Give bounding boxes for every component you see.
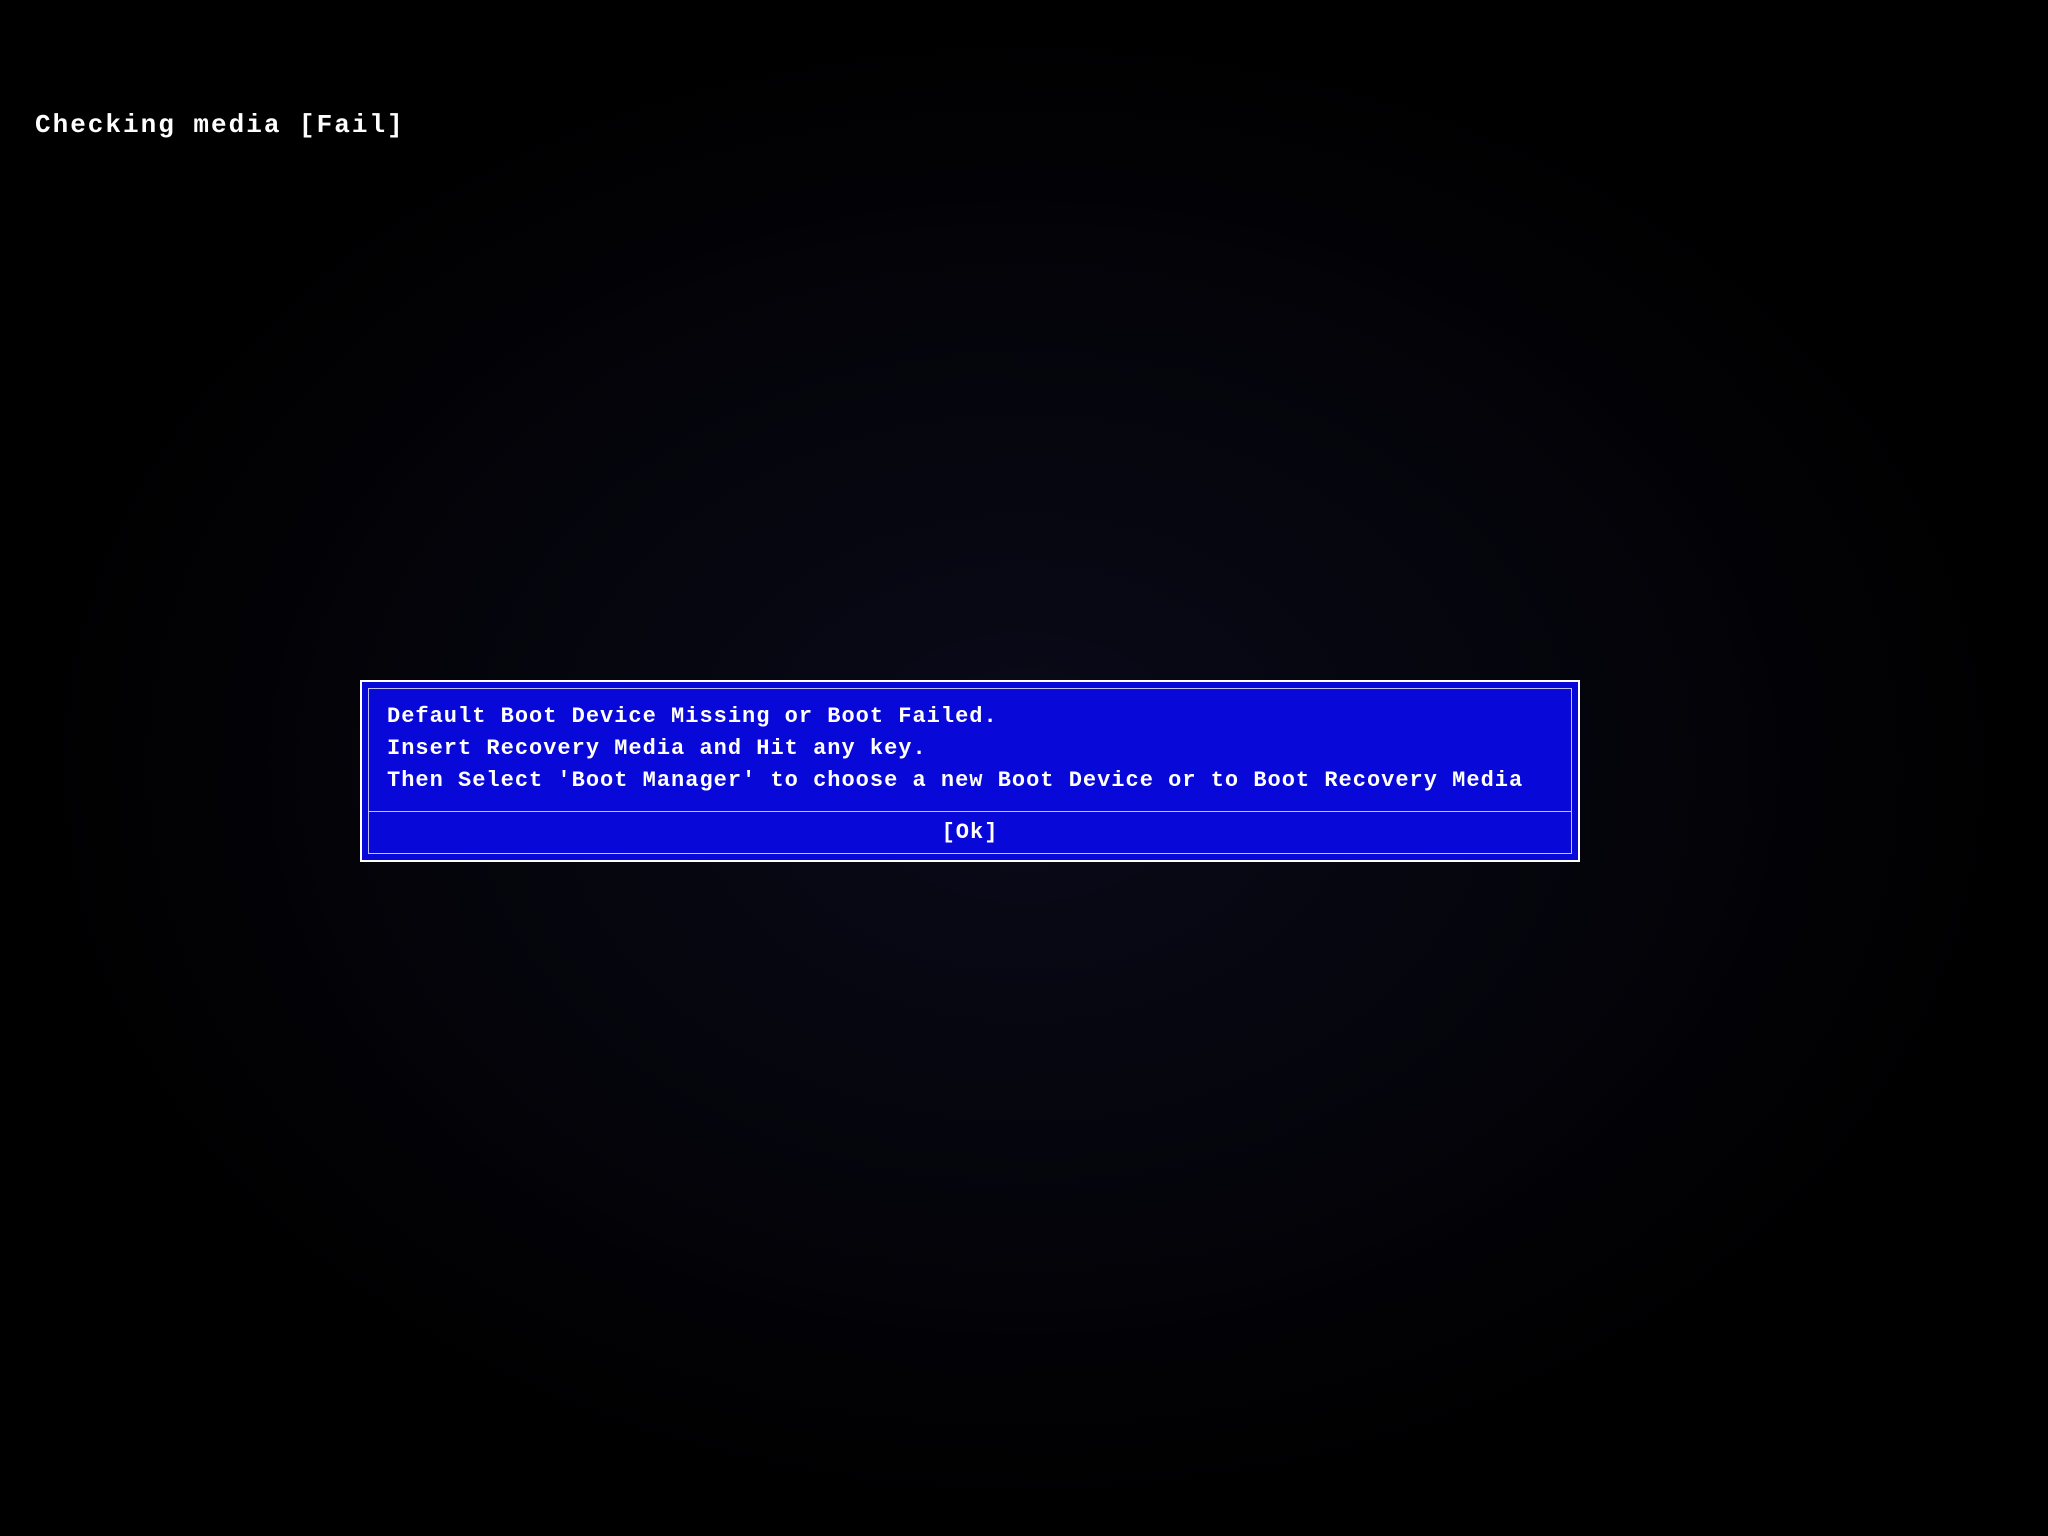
ok-button[interactable]: [Ok] [942, 820, 999, 845]
status-message: Checking media [Fail] [35, 110, 405, 140]
dialog-line-3: Then Select 'Boot Manager' to choose a n… [387, 765, 1553, 797]
dialog-line-2: Insert Recovery Media and Hit any key. [387, 733, 1553, 765]
dialog-line-1: Default Boot Device Missing or Boot Fail… [387, 701, 1553, 733]
bios-screen: Checking media [Fail] Default Boot Devic… [0, 0, 2048, 1536]
dialog-inner-border: Default Boot Device Missing or Boot Fail… [368, 688, 1572, 854]
dialog-button-row: [Ok] [369, 812, 1571, 853]
boot-error-dialog: Default Boot Device Missing or Boot Fail… [360, 680, 1580, 862]
dialog-message-area: Default Boot Device Missing or Boot Fail… [369, 689, 1571, 812]
